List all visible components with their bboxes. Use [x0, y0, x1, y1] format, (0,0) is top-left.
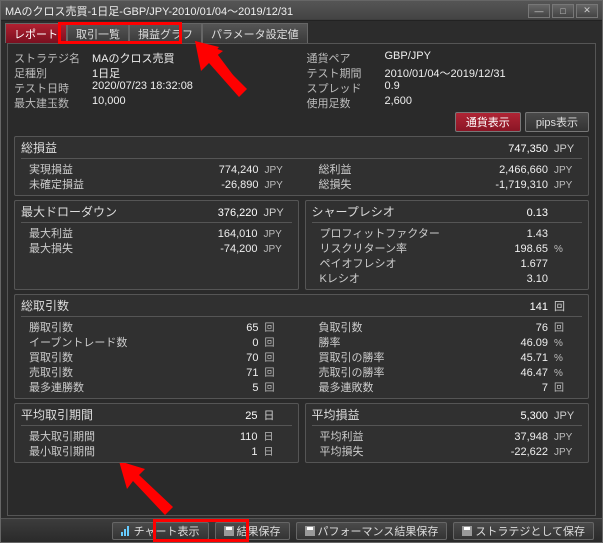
label-rr: リスクリターン率: [312, 240, 479, 256]
value-spread: 0.9: [385, 80, 590, 95]
label-payoff: ペイオフレシオ: [312, 255, 479, 271]
value-max-profit: 164,010: [188, 228, 258, 240]
save-strategy-button-label: ストラテジとして保存: [475, 523, 585, 539]
panel-drawdown: 最大ドローダウン 376,220 JPY 最大利益164,010JPY 最大損失…: [14, 200, 299, 290]
save-icon: [462, 526, 472, 536]
info-left: ストラテジ名MAのクロス売買 足種別1日足 テスト日時2020/07/23 18…: [14, 50, 297, 110]
value-gross-profit: 2,466,660: [478, 164, 548, 176]
toggle-pips[interactable]: pips表示: [525, 112, 589, 132]
label-unrealized: 未確定損益: [21, 176, 189, 192]
label-max-profit: 最大利益: [21, 225, 188, 241]
label-spread: スプレッド: [307, 80, 385, 95]
value-max-loss: -74,200: [188, 243, 258, 255]
value-bartype: 1日足: [92, 65, 297, 80]
save-strategy-button[interactable]: ストラテジとして保存: [453, 522, 594, 540]
value-total-pl: 747,350: [478, 143, 548, 155]
panel-trade-count: 総取引数 141 回 勝取引数65回 イーブントレード数0回 買取引数70回 売…: [14, 294, 589, 399]
value-testtime: 2020/07/23 18:32:08: [92, 80, 297, 95]
label-bartype: 足種別: [14, 65, 92, 80]
label-kratio: Kレシオ: [312, 270, 479, 286]
label-pf: プロフィットファクター: [312, 225, 479, 241]
value-testperiod: 2010/01/04～2019/12/31: [385, 65, 590, 80]
tab-param[interactable]: パラメータ設定値: [202, 23, 308, 43]
value-avgpl: 5,300: [478, 410, 548, 422]
value-dd: 376,220: [188, 207, 258, 219]
panel-sharpe: シャープレシオ 0.13 プロフィットファクター1.43 リスクリターン率198…: [305, 200, 590, 290]
label-maxpos: 最大建玉数: [14, 95, 92, 110]
tab-bar: レポート 取引一覧 損益グラフ パラメータ設定値: [1, 21, 602, 43]
value-kratio: 3.10: [478, 273, 548, 285]
maximize-button[interactable]: □: [552, 4, 574, 18]
perf-save-button[interactable]: パフォーマンス結果保存: [296, 522, 448, 540]
label-realized: 実現損益: [21, 161, 189, 177]
unit-total-pl: JPY: [554, 143, 582, 155]
save-icon: [224, 526, 234, 536]
save-icon: [305, 526, 315, 536]
tab-report[interactable]: レポート: [5, 23, 67, 43]
value-gross-loss: -1,719,310: [478, 179, 548, 191]
label-gross-loss: 総損失: [311, 176, 479, 192]
value-unrealized: -26,890: [189, 179, 259, 191]
label-testperiod: テスト期間: [307, 65, 385, 80]
panel-avg-period: 平均取引期間 25 日 最大取引期間110日 最小取引期間1日: [14, 403, 299, 463]
chart-button[interactable]: チャート表示: [112, 522, 209, 540]
title-avgpl: 平均損益: [312, 406, 479, 423]
minimize-button[interactable]: —: [528, 4, 550, 18]
value-sharpe: 0.13: [478, 207, 548, 219]
tab-pl-graph[interactable]: 損益グラフ: [129, 23, 202, 43]
value-strategy: MAのクロス売買: [92, 50, 297, 65]
perf-save-button-label: パフォーマンス結果保存: [318, 523, 439, 539]
report-window: MAのクロス売買-1日足-GBP/JPY-2010/01/04～2019/12/…: [0, 0, 603, 543]
value-bars: 2,600: [385, 95, 590, 110]
value-pf: 1.43: [478, 228, 548, 240]
info-right: 通貨ペアGBP/JPY テスト期間2010/01/04～2019/12/31 ス…: [307, 50, 590, 110]
title-sharpe: シャープレシオ: [312, 203, 479, 220]
value-rr: 198.65: [478, 243, 548, 255]
close-button[interactable]: ✕: [576, 4, 598, 18]
label-max-loss: 最大損失: [21, 240, 188, 256]
label-bars: 使用足数: [307, 95, 385, 110]
title-dd: 最大ドローダウン: [21, 203, 188, 220]
value-maxpos: 10,000: [92, 95, 297, 110]
tab-trades[interactable]: 取引一覧: [67, 23, 129, 43]
title-count: 総取引数: [21, 297, 478, 314]
value-realized: 774,240: [189, 164, 259, 176]
chart-button-label: チャート表示: [134, 523, 200, 539]
titlebar[interactable]: MAのクロス売買-1日足-GBP/JPY-2010/01/04～2019/12/…: [1, 1, 602, 21]
value-count: 141: [478, 301, 548, 313]
label-pair: 通貨ペア: [307, 50, 385, 65]
value-pair: GBP/JPY: [385, 50, 590, 65]
bottom-bar: チャート表示 結果保存 パフォーマンス結果保存 ストラテジとして保存: [1, 518, 602, 542]
window-title: MAのクロス売買-1日足-GBP/JPY-2010/01/04～2019/12/…: [5, 3, 528, 19]
title-period: 平均取引期間: [21, 406, 188, 423]
title-total-pl: 総損益: [21, 139, 478, 156]
label-strategy: ストラテジ名: [14, 50, 92, 65]
value-period: 25: [188, 410, 258, 422]
toggle-currency[interactable]: 通貨表示: [455, 112, 521, 132]
label-testtime: テスト日時: [14, 80, 92, 95]
panel-avg-pl: 平均損益 5,300 JPY 平均利益37,948JPY 平均損失-22,622…: [305, 403, 590, 463]
report-content: ストラテジ名MAのクロス売買 足種別1日足 テスト日時2020/07/23 18…: [7, 43, 596, 516]
chart-icon: [121, 526, 131, 536]
label-gross-profit: 総利益: [311, 161, 479, 177]
save-button-label: 結果保存: [237, 523, 281, 539]
value-payoff: 1.677: [478, 258, 548, 270]
save-button[interactable]: 結果保存: [215, 522, 290, 540]
panel-total-pl: 総損益 747,350 JPY 実現損益774,240JPY 未確定損益-26,…: [14, 136, 589, 196]
